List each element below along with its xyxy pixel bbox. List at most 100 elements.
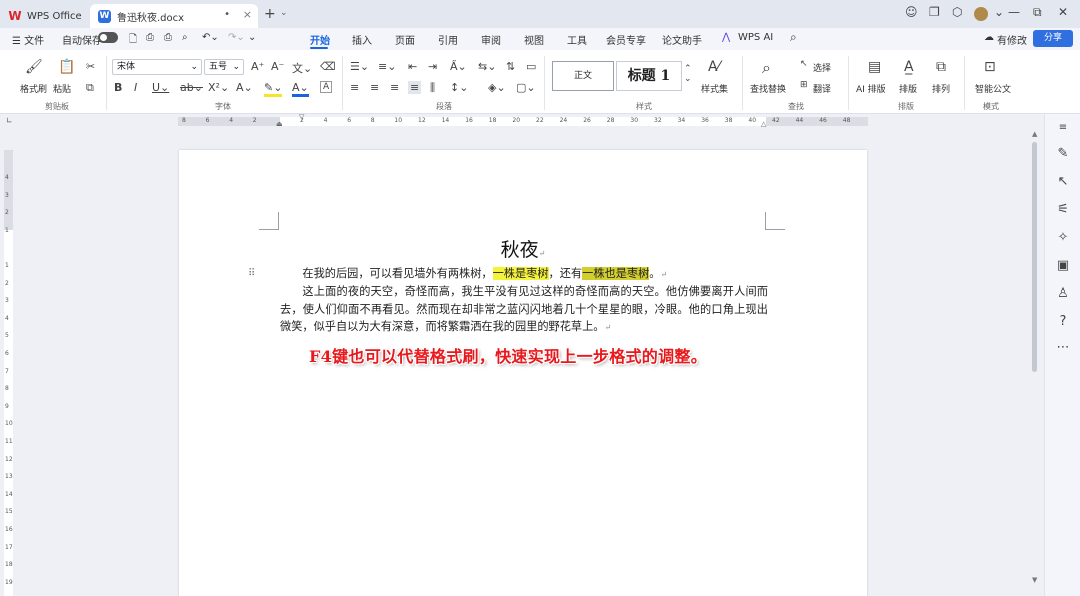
search-icon[interactable]: ⌕ [790,30,797,45]
paragraph-2[interactable]: 这上面的夜的天空，奇怪而高，我生平没有见过这样的奇怪而高的天空。他仿佛要离开人间… [280,283,768,337]
new-tab-button[interactable]: + [264,6,276,22]
tab-references[interactable]: 引用 [438,32,458,47]
help-icon[interactable]: ? [1055,314,1071,329]
close-window-icon[interactable]: ✕ [1058,5,1068,19]
text-effect-icon[interactable]: A⌄ [236,81,253,94]
shrink-font-icon[interactable]: A⁻ [271,60,284,73]
style-set-button[interactable]: 样式集 [701,82,728,95]
chevron-down-icon[interactable]: ⌄ [280,8,288,18]
more-icon[interactable]: ⋯ [1055,340,1071,355]
sort-icon[interactable]: ⇅ [506,60,515,73]
bullet-list-icon[interactable]: ☰⌄ [350,60,369,73]
border-icon[interactable]: ▢⌄ [516,81,536,94]
line-spacing-icon[interactable]: ↕⌄ [450,81,468,94]
tab-wps-office[interactable]: W WPS Office [8,4,88,28]
tab-stop-icon[interactable]: ∟ [6,116,13,125]
document-page[interactable]: 秋夜↵ ⠿ 在我的后园，可以看见墙外有两株树，一株是枣树，还有一株也是枣树。↵ … [179,150,867,596]
paste-icon[interactable]: 📋 [58,59,75,75]
align-center-icon[interactable]: ≡ [370,81,379,94]
align-right-icon[interactable]: ≡ [390,81,399,94]
left-indent-marker[interactable]: ⏏ [276,120,283,128]
select-icon[interactable]: ↖ [800,59,808,69]
smart-doc-button[interactable]: 智能公文 [975,82,1011,95]
layout-icon[interactable]: A̲ [904,59,914,75]
file-menu[interactable]: ☰ 文件 [12,32,44,47]
tab-insert[interactable]: 插入 [352,32,372,47]
highlight-icon[interactable]: ✎⌄ [264,81,283,97]
cursor-icon[interactable]: ↖ [1055,174,1071,189]
document-title[interactable]: 秋夜↵ [179,235,867,262]
numbered-list-icon[interactable]: ≡⌄ [378,60,396,73]
avatar[interactable] [974,7,988,21]
arrange-button[interactable]: 排列 [932,82,950,95]
layout-button[interactable]: 排版 [899,82,917,95]
underline-icon[interactable]: U⌄ [152,81,169,94]
quick-access-chevron-icon[interactable]: ⌄ [248,32,256,43]
style-normal[interactable]: 正文 [552,61,614,91]
translate-icon[interactable]: ⊞ [800,80,808,90]
save-icon[interactable]: 🗋 [129,32,137,49]
tab-thesis[interactable]: 论文助手 [662,32,702,47]
select-button[interactable]: 选择 [813,61,831,74]
translate-button[interactable]: 翻译 [813,82,831,95]
style-set-icon[interactable]: A⁄ [708,59,720,75]
image-icon[interactable]: ▣ [1055,258,1071,273]
font-color-icon[interactable]: A⌄ [292,81,309,97]
tab-page[interactable]: 页面 [395,32,415,47]
styles-scroll-icon[interactable]: ⌃ ⌄ [684,64,692,84]
tab-tools[interactable]: 工具 [567,32,587,47]
style-heading1[interactable]: 标题 1 [616,61,682,91]
cube-icon[interactable]: ⬡ [952,5,962,19]
first-line-indent-marker[interactable]: ▽ [299,113,304,121]
redo-icon[interactable]: ↷⌄ [228,32,245,43]
format-painter-icon[interactable]: 🖌 [25,59,43,75]
copy-icon[interactable]: ⧉ [86,81,94,95]
vertical-ruler[interactable]: 43211234567891011121314151617181920 [4,150,13,596]
find-icon[interactable]: ⌕ [762,58,771,78]
text-direction-icon[interactable]: ⇆⌄ [478,60,496,73]
phonetic-icon[interactable]: 文⌄ [292,60,312,76]
smart-doc-icon[interactable]: ⊡ [984,59,996,75]
minimize-icon[interactable]: — [1008,5,1020,19]
menu-chevron-icon[interactable]: ⌄ [994,5,1004,19]
strikethrough-icon[interactable]: ab⌄ [180,81,203,94]
cut-icon[interactable]: ✂ [86,60,95,73]
sparkle-icon[interactable]: ✧ [1055,230,1071,245]
pen-icon[interactable]: ✎ [1055,146,1071,161]
paragraph-1[interactable]: 在我的后园，可以看见墙外有两株树，一株是枣树，还有一株也是枣树。↵ [280,265,768,284]
decrease-indent-icon[interactable]: ⇤ [408,60,417,73]
undo-icon[interactable]: ↶⌄ [202,32,219,43]
adjust-icon[interactable]: ⚟ [1055,202,1071,217]
share-button[interactable]: 分享 [1033,30,1073,47]
paste-button[interactable]: 粘贴 [53,82,71,95]
scrollbar-thumb[interactable] [1032,142,1037,372]
chinese-layout-icon[interactable]: A̋⌄ [450,60,467,73]
print-preview-icon[interactable]: ⌕ [182,32,188,43]
bold-icon[interactable]: B [114,81,122,94]
tab-view[interactable]: 视图 [524,32,544,47]
wps-ai-icon[interactable]: ⋀ [722,32,730,43]
superscript-icon[interactable]: X²⌄ [208,81,229,94]
format-painter-button[interactable]: 格式刷 [20,82,47,95]
arrange-icon[interactable]: ⧉ [936,59,946,75]
scroll-down-icon[interactable]: ▼ [1032,576,1037,584]
autosave-toggle[interactable] [98,32,118,43]
grow-font-icon[interactable]: A⁺ [251,60,264,73]
scroll-up-icon[interactable]: ▲ [1032,130,1037,138]
font-family-select[interactable]: 宋体 ⌄ [112,59,202,75]
revise-status[interactable]: 有修改 [997,32,1027,47]
window-icon[interactable]: ❐ [929,5,940,19]
shirt-icon[interactable]: ♙ [1055,286,1071,301]
align-left-icon[interactable]: ≡ [350,81,359,94]
print-icon[interactable]: ⎙ [164,32,172,43]
right-indent-marker[interactable]: △ [761,120,766,128]
show-marks-icon[interactable]: ▭ [526,60,536,73]
italic-icon[interactable]: I [134,81,137,94]
ai-assistant-icon[interactable]: ☺ [905,5,918,19]
find-replace-button[interactable]: 查找替换 [750,82,786,95]
shading-icon[interactable]: ◈⌄ [488,81,506,94]
ai-layout-button[interactable]: AI 排版 [856,82,886,95]
ai-layout-icon[interactable]: ▤ [868,59,881,75]
paragraph-drag-handle-icon[interactable]: ⠿ [248,268,255,279]
tab-home[interactable]: 开始 [310,32,330,47]
